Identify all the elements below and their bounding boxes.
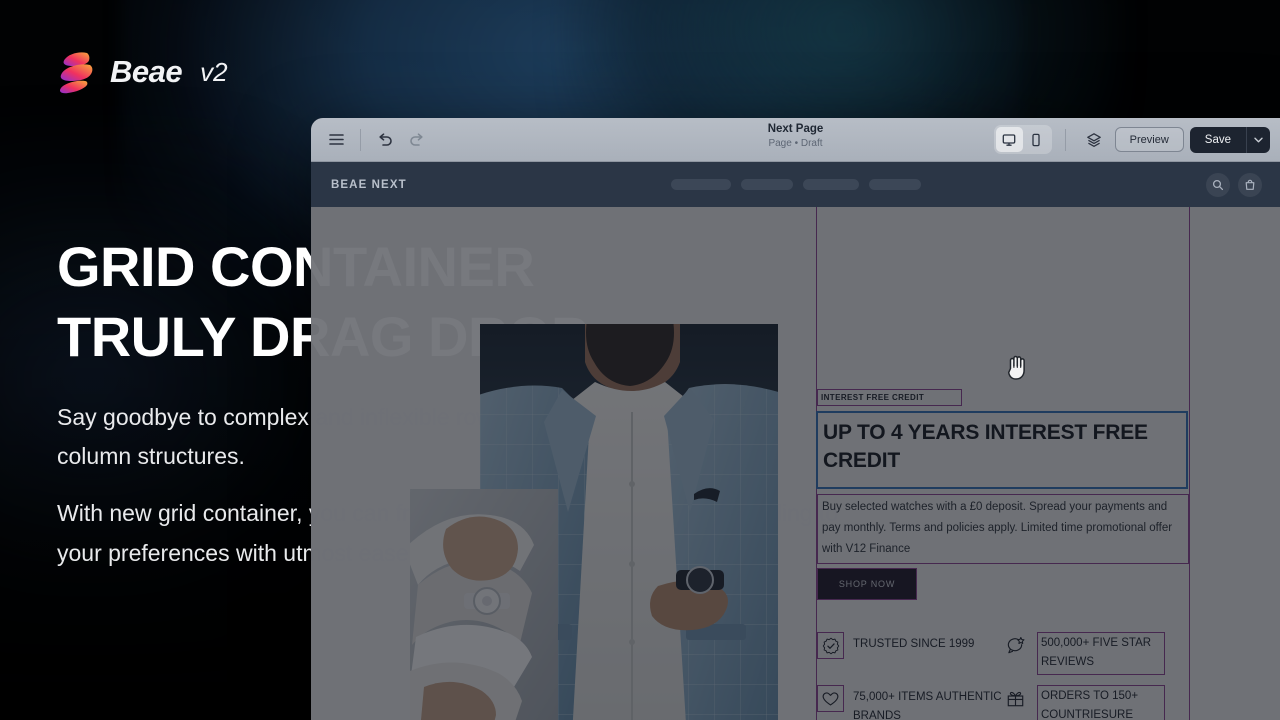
toolbar-right-group: Preview Save (993, 125, 1280, 155)
paragraph-text: Buy selected watches with a £0 deposit. … (822, 501, 1173, 555)
feature-label: ORDERS TO 150+ COUNTRIESURE (1037, 685, 1165, 720)
layers-theme-icon[interactable] (1079, 125, 1109, 155)
shop-now-button[interactable]: SHOP NOW (817, 568, 917, 600)
editor-toolbar: Next Page Page • Draft Preview Save (311, 118, 1280, 162)
desktop-monitor-icon[interactable] (995, 127, 1023, 152)
brand-logo: Beae v2 (57, 50, 228, 94)
nav-placeholder-1[interactable] (670, 179, 731, 190)
nav-placeholder-2[interactable] (740, 179, 793, 190)
feature-item[interactable]: 75,000+ ITEMS AUTHENTIC BRANDS (817, 680, 1003, 720)
verified-badge-icon (817, 632, 844, 659)
chat-star-icon (1003, 633, 1028, 658)
hamburger-menu-icon[interactable] (321, 125, 351, 155)
canvas-right-column[interactable]: INTEREST FREE CREDIT UP TO 4 YEARS INTER… (816, 207, 1197, 720)
nav-placeholder-4[interactable] (868, 179, 921, 190)
feature-item[interactable]: 500,000+ FIVE STAR REVIEWS (1003, 627, 1188, 680)
interest-free-credit-badge[interactable]: INTEREST FREE CREDIT (817, 389, 962, 406)
headline-text: UP TO 4 YEARS INTEREST FREE CREDIT (823, 421, 1148, 472)
toolbar-left-group (311, 125, 432, 155)
feature-list: TRUSTED SINCE 1999 500,000+ FIVE STAR RE… (817, 627, 1188, 720)
person-white-shirt-watch-photo[interactable] (410, 489, 558, 720)
feature-label: TRUSTED SINCE 1999 (853, 638, 975, 650)
undo-icon[interactable] (370, 125, 400, 155)
site-header: BEAE NEXT (311, 162, 1280, 207)
feature-row-1: TRUSTED SINCE 1999 500,000+ FIVE STAR RE… (817, 627, 1188, 680)
toolbar-divider (360, 128, 361, 151)
brand-name: Beae (110, 54, 183, 89)
toolbar-divider-2 (1064, 128, 1066, 151)
paragraph-block[interactable]: Buy selected watches with a £0 deposit. … (817, 494, 1189, 564)
gift-icon (1003, 686, 1028, 711)
beae-logo-mark-icon (59, 52, 93, 94)
feature-label: 500,000+ FIVE STAR REVIEWS (1037, 632, 1165, 675)
site-nav-placeholders (311, 179, 1280, 190)
feature-row-2: 75,000+ ITEMS AUTHENTIC BRANDS ORDERS TO… (817, 680, 1188, 720)
feature-item[interactable]: TRUSTED SINCE 1999 (817, 627, 1003, 680)
save-button-group[interactable]: Save (1189, 126, 1270, 153)
hero-headline-line1: GRID CONTAINER (57, 235, 535, 298)
mobile-phone-icon[interactable] (1023, 127, 1050, 152)
device-preview-toggle[interactable] (993, 125, 1052, 154)
grab-hand-cursor-icon (1005, 352, 1031, 387)
shop-now-label: SHOP NOW (838, 579, 896, 589)
feature-label: 75,000+ ITEMS AUTHENTIC BRANDS (853, 691, 1002, 720)
headline-block-selected[interactable]: UP TO 4 YEARS INTEREST FREE CREDIT (816, 411, 1188, 489)
redo-icon[interactable] (402, 125, 432, 155)
brand-version: v2 (200, 56, 228, 87)
heart-icon (817, 685, 844, 712)
badge-label: INTEREST FREE CREDIT (821, 393, 925, 402)
save-button[interactable]: Save (1190, 127, 1246, 153)
nav-placeholder-3[interactable] (802, 179, 859, 190)
preview-button[interactable]: Preview (1114, 127, 1184, 152)
feature-item[interactable]: ORDERS TO 150+ COUNTRIESURE (1003, 680, 1188, 720)
chevron-down-icon[interactable] (1246, 126, 1270, 153)
save-button-label: Save (1204, 133, 1231, 146)
preview-button-label: Preview (1129, 133, 1169, 146)
